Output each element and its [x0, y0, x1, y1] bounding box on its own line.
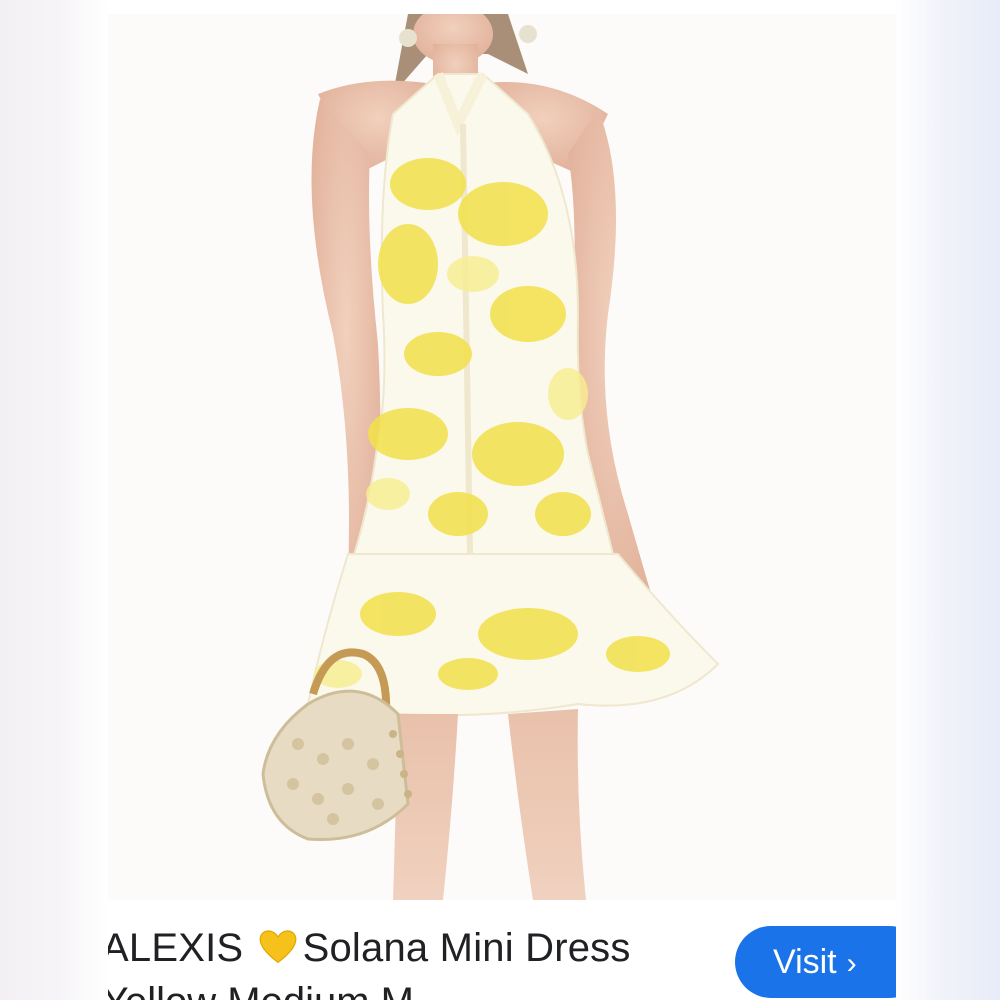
yellow-heart-icon [259, 930, 297, 964]
dress-illustration [261, 14, 720, 900]
product-name: Solana Mini Dress [302, 926, 631, 970]
visit-button[interactable]: Visit › [735, 926, 896, 998]
chevron-right-icon: › [846, 947, 857, 980]
product-image[interactable] [108, 14, 896, 900]
right-margin [894, 0, 1000, 1000]
listing-subtitle: Yellow Medium M [108, 980, 414, 1000]
brand-name: ALEXIS [108, 926, 244, 970]
left-margin [0, 0, 108, 1000]
visit-label: Visit [773, 943, 837, 981]
listing-title[interactable]: ALEXIS Solana Mini Dress [108, 926, 631, 971]
product-card: ALEXIS Solana Mini Dress Yellow Medium M… [0, 0, 1000, 1000]
listing-caption: ALEXIS Solana Mini Dress Yellow Medium M… [108, 900, 896, 1000]
